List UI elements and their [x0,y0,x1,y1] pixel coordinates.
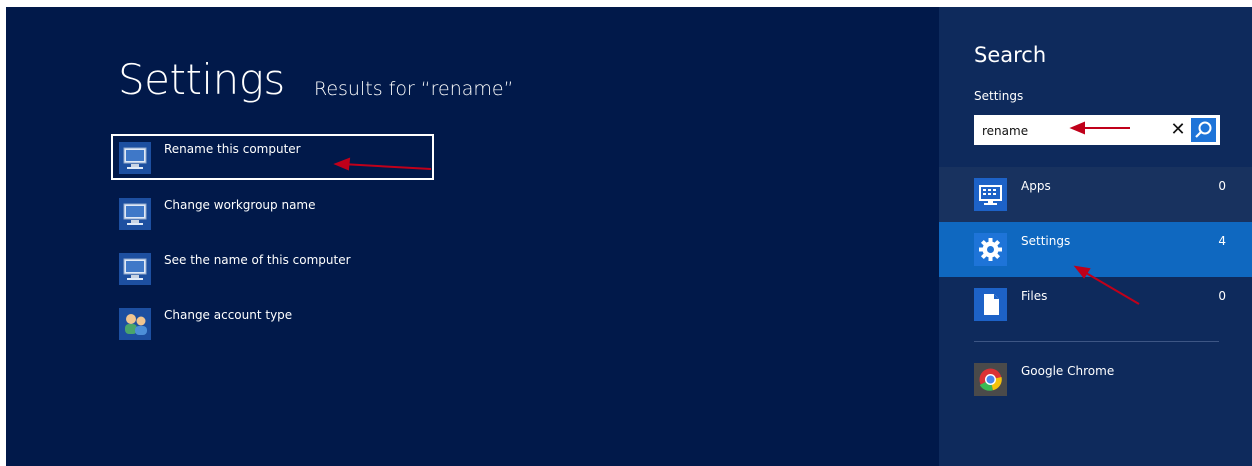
computer-icon [119,198,151,230]
results-panel: Settings Results for “rename” Rename thi… [6,7,939,466]
category-settings[interactable]: Settings 4 [939,222,1252,277]
computer-icon [119,142,151,174]
computer-icon [119,253,151,285]
users-icon [119,308,151,340]
result-label: Change workgroup name [164,198,316,212]
result-item-rename-computer[interactable]: Rename this computer [111,134,434,180]
search-query[interactable]: rename [982,124,1028,138]
category-google-chrome[interactable]: Google Chrome [939,352,1252,407]
search-button[interactable] [1191,118,1216,142]
gear-icon [974,233,1007,266]
category-count: 0 [1218,289,1226,303]
category-label: Files [1021,289,1048,303]
search-input[interactable]: rename ✕ [974,115,1220,145]
search-pane: Search Settings rename ✕ Apps 0 Settings… [939,7,1252,466]
category-count: 4 [1218,234,1226,248]
category-label: Settings [1021,234,1071,248]
search-scope-label: Settings [974,89,1024,103]
file-icon [974,288,1007,321]
result-item-change-account-type[interactable]: Change account type [111,300,434,346]
category-label: Google Chrome [1021,364,1115,378]
result-label: Change account type [164,308,293,322]
chrome-icon [974,363,1007,396]
result-label: See the name of this computer [164,253,351,267]
divider [974,341,1219,342]
results-subtitle: Results for “rename” [314,78,514,100]
result-item-change-workgroup[interactable]: Change workgroup name [111,190,434,236]
result-label: Rename this computer [164,142,301,156]
category-count: 0 [1218,179,1226,193]
category-files[interactable]: Files 0 [939,277,1252,332]
category-label: Apps [1021,179,1051,193]
search-pane-title: Search [974,43,1047,67]
clear-icon[interactable]: ✕ [1168,119,1188,141]
apps-keyboard-icon [974,178,1007,211]
result-item-see-computer-name[interactable]: See the name of this computer [111,245,434,291]
search-screen: Settings Results for “rename” Rename thi… [6,7,1252,466]
page-title: Settings [118,55,285,104]
category-apps[interactable]: Apps 0 [939,167,1252,222]
search-icon [1195,121,1212,138]
